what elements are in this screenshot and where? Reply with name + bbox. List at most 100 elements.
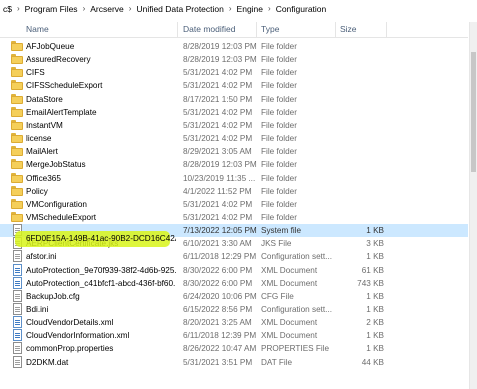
file-date-modified: 8/20/2021 3:25 AM	[183, 318, 252, 328]
file-size: 61 KB	[361, 265, 384, 275]
file-date-modified: 6/24/2020 10:06 PM	[183, 291, 257, 301]
file-name: commonProp.properties	[26, 344, 114, 354]
file-size: 1 KB	[366, 291, 384, 301]
file-row[interactable]: commonProp.properties 8/26/2022 10:47 AM P…	[0, 342, 468, 355]
file-row[interactable]: MailAlert 8/29/2021 3:05 AM File folder	[0, 145, 468, 158]
column-size-header[interactable]: Size	[340, 24, 357, 34]
file-row[interactable]: MergeJobStatus 8/28/2019 12:03 PM File fol…	[0, 158, 468, 171]
file-type: PROPERTIES File	[261, 344, 330, 354]
file-type: File folder	[261, 94, 297, 104]
file-date-modified: 5/31/2021 4:02 PM	[183, 212, 253, 222]
file-name: VMConfiguration	[26, 199, 87, 209]
file-type: File folder	[261, 81, 297, 91]
file-name: D2DKM.dat	[26, 357, 69, 367]
xml-icon	[11, 276, 23, 289]
file-row[interactable]: AutoProtection_c41bfcf1-abcd-436f-bf60..…	[0, 276, 468, 290]
file-date-modified: 7/13/2022 12:05 PM	[183, 226, 257, 236]
selected-file-name[interactable]: 6FD0E15A-149B-41ac-90B2-DCD16C42A...	[26, 233, 176, 244]
file-date-modified: 8/28/2019 12:03 PM	[183, 55, 257, 65]
column-type-header[interactable]: Type	[261, 24, 279, 34]
breadcrumb-item[interactable]: Arcserve	[90, 4, 124, 14]
file-name: CloudVendorDetails.xml	[26, 318, 114, 328]
file-icon	[11, 342, 23, 355]
file-row[interactable]: Bdi.ini 6/15/2022 8:56 PM Configuration se…	[0, 303, 468, 316]
file-row[interactable]: AFJobQueue 8/28/2019 12:03 PM File folder	[0, 40, 468, 53]
file-row[interactable]: DataStore 8/17/2021 1:50 PM File folder	[0, 93, 468, 106]
column-divider[interactable]	[177, 22, 178, 38]
file-date-modified: 8/28/2019 12:03 PM	[183, 160, 257, 170]
file-type: Configuration sett...	[261, 252, 332, 262]
file-name: CloudVendorInformation.xml	[26, 331, 130, 341]
file-date-modified: 6/11/2018 12:29 PM	[183, 252, 257, 262]
file-type: File folder	[261, 186, 297, 196]
file-row[interactable]: AutoProtection_9e70f939-38f2-4d6b-925...…	[0, 263, 468, 277]
file-type: CFG File	[261, 291, 294, 301]
file-row[interactable]: CIFS 5/31/2021 4:02 PM File folder	[0, 66, 468, 79]
file-date-modified: 5/31/2021 4:02 PM	[183, 199, 253, 209]
file-date-modified: 5/31/2021 4:02 PM	[183, 134, 253, 144]
file-size: 743 KB	[357, 278, 384, 288]
file-row[interactable]: afstor.ini 6/11/2018 12:29 PM Configuratio…	[0, 250, 468, 263]
breadcrumb-item[interactable]: Program Files	[25, 4, 78, 14]
file-type: File folder	[261, 55, 297, 65]
breadcrumb-separator-icon[interactable]: ›	[229, 4, 232, 13]
folder-icon	[11, 185, 23, 196]
breadcrumb-separator-icon[interactable]: ›	[83, 4, 86, 13]
file-date-modified: 4/1/2022 11:52 PM	[183, 186, 252, 196]
file-name: AutoProtection_c41bfcf1-abcd-436f-bf60..…	[26, 278, 176, 288]
column-divider[interactable]	[386, 22, 387, 38]
folder-icon	[11, 146, 23, 157]
file-name: Policy	[26, 186, 48, 196]
file-type: JKS File	[261, 239, 292, 249]
file-row[interactable]: AssuredRecovery 8/28/2019 12:03 PM File fo…	[0, 53, 468, 66]
file-row[interactable]: EmailAlertTemplate 5/31/2021 4:02 PM File …	[0, 106, 468, 119]
breadcrumb-item[interactable]: c$	[3, 4, 12, 14]
file-date-modified: 5/31/2021 3:51 PM	[183, 357, 253, 367]
folder-icon	[11, 119, 23, 130]
file-type: File folder	[261, 173, 297, 183]
folder-icon	[11, 54, 23, 65]
file-type: File folder	[261, 199, 297, 209]
file-date-modified: 8/17/2021 1:50 PM	[183, 94, 253, 104]
file-row[interactable]: VMScheduleExport 5/31/2021 4:02 PM File fo…	[0, 211, 468, 224]
file-name: Office365	[26, 173, 61, 183]
file-name: AutoProtection_9e70f939-38f2-4d6b-925...	[26, 265, 176, 275]
scrollbar-thumb[interactable]	[471, 52, 476, 172]
file-type: DAT File	[261, 357, 293, 367]
vertical-scrollbar[interactable]	[469, 22, 477, 389]
file-name: DataStore	[26, 94, 63, 104]
file-row[interactable]: CloudVendorDetails.xml 8/20/2021 3:25 AM X…	[0, 316, 468, 329]
file-row[interactable]: D2DKM.dat 5/31/2021 3:51 PM DAT File 44 KB	[0, 355, 468, 369]
breadcrumb-separator-icon[interactable]: ›	[268, 4, 271, 13]
column-divider[interactable]	[335, 22, 336, 38]
file-name: CIFS	[26, 68, 45, 78]
file-size: 1 KB	[366, 226, 384, 236]
file-row[interactable]: license 5/31/2021 4:02 PM File folder	[0, 132, 468, 145]
file-type: Configuration sett...	[261, 305, 332, 314]
folder-icon	[11, 159, 23, 170]
breadcrumb-item[interactable]: Unified Data Protection	[136, 4, 223, 14]
file-row[interactable]: VMConfiguration 5/31/2021 4:02 PM File fol…	[0, 198, 468, 211]
breadcrumb-item[interactable]: Configuration	[276, 4, 327, 14]
file-row[interactable]: Policy 4/1/2022 11:52 PM File folder	[0, 185, 468, 198]
column-divider[interactable]	[256, 22, 257, 38]
file-size: 1 KB	[366, 344, 384, 354]
folder-icon	[11, 133, 23, 144]
file-row[interactable]: CIFSScheduleExport 5/31/2021 4:02 PM File …	[0, 79, 468, 92]
folder-icon	[11, 198, 23, 209]
file-row[interactable]: BackupJob.cfg 6/24/2020 10:06 PM CFG File 1…	[0, 289, 468, 303]
breadcrumb-separator-icon[interactable]: ›	[129, 4, 132, 13]
file-date-modified: 6/15/2022 8:56 PM	[183, 305, 253, 314]
column-header: Name Date modified Type Size	[0, 22, 468, 38]
file-type: File folder	[261, 120, 297, 130]
breadcrumb-separator-icon[interactable]: ›	[17, 4, 20, 13]
file-row[interactable]: InstantVM 5/31/2021 4:02 PM File folder	[0, 119, 468, 132]
file-name: Bdi.ini	[26, 305, 49, 314]
file-icon	[11, 289, 23, 302]
column-name-header[interactable]: Name	[26, 24, 49, 34]
column-date-header[interactable]: Date modified	[183, 24, 235, 34]
file-row[interactable]: CloudVendorInformation.xml 6/11/2018 12:3…	[0, 329, 468, 342]
breadcrumb-item[interactable]: Engine	[237, 4, 263, 14]
file-type: XML Document	[261, 265, 318, 275]
file-row[interactable]: Office365 10/23/2019 11:35 ... File folder	[0, 172, 468, 185]
